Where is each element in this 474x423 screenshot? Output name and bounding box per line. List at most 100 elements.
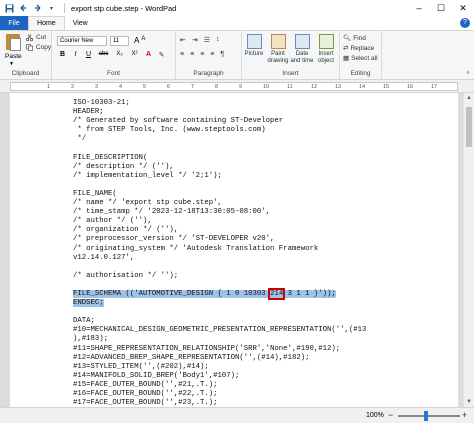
vertical-scrollbar[interactable]: ▲ ▼	[463, 93, 474, 407]
zoom-slider[interactable]	[398, 415, 460, 417]
font-size-select[interactable]: 11	[110, 36, 129, 46]
ruler-area: 1 2 3 4 5 6 7 8 9 10 11 12 13 14 15 16 17	[0, 80, 474, 93]
document-line: * from STEP Tools, Inc. (www.steptools.c…	[73, 126, 366, 135]
paint-drawing-button[interactable]: Paint drawing	[266, 34, 290, 65]
shrink-font-button[interactable]: A	[141, 36, 145, 45]
document-text[interactable]: ISO-10303-21; HEADER;/* Generated by soft…	[73, 99, 366, 407]
text-color-icon[interactable]: A	[144, 51, 153, 59]
selected-text: FILE_SCHEMA (('AUTOMOTIVE_DESIGN { 1 0 1…	[73, 289, 271, 298]
scroll-up-icon[interactable]: ▲	[464, 93, 474, 103]
paste-button[interactable]: Paste	[5, 53, 22, 60]
save-icon[interactable]	[4, 3, 15, 14]
cut-button[interactable]: Cut	[25, 34, 46, 42]
ruler-number: 2	[71, 84, 75, 90]
line-text: /* author */ (''),	[73, 217, 157, 226]
copy-button[interactable]: Copy	[26, 44, 51, 51]
paste-icon[interactable]	[6, 34, 21, 51]
line-text: /* preprocessor_version */ 'ST-DEVELOPER…	[73, 235, 275, 244]
insert-object-button[interactable]: Insert object	[314, 34, 338, 65]
find-button[interactable]: 🔍︎ Find	[343, 34, 366, 43]
increase-indent-icon[interactable]: ⇥	[192, 36, 198, 44]
help-icon[interactable]: ?	[460, 18, 470, 28]
tab-file[interactable]: File	[0, 16, 28, 30]
format-row: B I U abc X₂ X² A ✎	[58, 51, 166, 59]
underline-button[interactable]: U	[84, 51, 93, 59]
close-button[interactable]: ✕	[452, 0, 474, 16]
document-line: ISO-10303-21;	[73, 99, 366, 108]
justify-icon[interactable]: ≡	[210, 51, 214, 58]
superscript-button[interactable]: X²	[129, 51, 140, 59]
date-time-button[interactable]: Date and time	[290, 34, 314, 65]
document-line: FILE_SCHEMA (('AUTOMOTIVE_DESIGN { 1 0 1…	[73, 287, 366, 300]
document-line: #11=SHAPE_REPRESENTATION_RELATIONSHIP('S…	[73, 345, 366, 354]
minimize-button[interactable]: –	[408, 0, 430, 16]
line-text: /* Generated by software containing ST-D…	[73, 117, 284, 126]
document-area: ISO-10303-21; HEADER;/* Generated by soft…	[0, 93, 463, 407]
tab-view[interactable]: View	[65, 16, 96, 30]
highlight-icon[interactable]: ✎	[157, 51, 166, 59]
find-icon: 🔍︎	[343, 35, 352, 42]
strikethrough-button[interactable]: abc	[97, 51, 110, 59]
ruler-number: 6	[167, 84, 171, 90]
align-center-icon[interactable]: ≡	[190, 51, 194, 58]
picture-button[interactable]: Picture	[242, 34, 266, 58]
document-line: /* description */ (''),	[73, 163, 366, 172]
copy-icon	[26, 44, 33, 51]
object-icon	[318, 34, 334, 49]
grow-font-button[interactable]: A	[134, 36, 139, 45]
subscript-button[interactable]: X₂	[114, 51, 125, 59]
undo-icon[interactable]	[18, 3, 29, 14]
title-bar: ▾ export stp cube.step - WordPad – ☐ ✕	[0, 0, 474, 16]
align-left-icon[interactable]: ≡	[180, 51, 184, 58]
ruler-number: 12	[311, 84, 318, 90]
zoom-slider-thumb[interactable]	[423, 411, 428, 421]
document-page[interactable]: ISO-10303-21; HEADER;/* Generated by soft…	[10, 93, 458, 407]
paragraph-icon[interactable]: ¶	[220, 51, 224, 58]
redo-icon[interactable]	[32, 3, 43, 14]
line-text: #11=SHAPE_REPRESENTATION_RELATIONSHIP('S…	[73, 344, 341, 353]
zoom-in-button[interactable]: +	[462, 410, 467, 420]
document-line: #15=FACE_OUTER_BOUND('',#21,.T.);	[73, 381, 366, 390]
document-line: /* authorisation */ '');	[73, 272, 366, 281]
bullets-icon[interactable]: ☰	[204, 36, 210, 44]
line-spacing-icon[interactable]: ↕	[216, 36, 220, 44]
select-all-button[interactable]: ▦ Select all	[343, 54, 378, 63]
line-text: FILE_DESCRIPTION(	[73, 153, 148, 162]
line-text: #14=MANIFOLD_SOLID_BREP('Body1',#107);	[73, 371, 240, 380]
zoom-out-button[interactable]: −	[388, 410, 393, 420]
document-line: /* author */ (''),	[73, 217, 366, 226]
scroll-down-icon[interactable]: ▼	[464, 397, 474, 407]
picture-label: Picture	[244, 51, 264, 57]
line-text: ),#183);	[73, 335, 109, 344]
decrease-indent-icon[interactable]: ⇤	[180, 36, 186, 44]
font-family-select[interactable]: Courier New	[57, 36, 107, 46]
font-group-label: Font	[106, 70, 120, 77]
line-text: /* originating_system */ 'Autodesk Trans…	[73, 244, 319, 253]
ruler-number: 15	[383, 84, 390, 90]
scrollbar-thumb[interactable]	[466, 107, 472, 147]
line-text: /* name */ 'export stp cube.step',	[73, 199, 222, 208]
clipboard-group-label: Clipboard	[11, 70, 40, 77]
italic-button[interactable]: I	[71, 51, 80, 59]
ruler-number: 8	[215, 84, 219, 90]
selected-text: 3 1 1 }'));	[283, 289, 336, 298]
bold-button[interactable]: B	[58, 51, 67, 59]
align-right-icon[interactable]: ≡	[200, 51, 204, 58]
maximize-button[interactable]: ☐	[430, 0, 452, 16]
find-label: Find	[353, 34, 366, 42]
paste-dropdown-icon[interactable]: ▼	[9, 61, 14, 67]
document-line	[73, 181, 366, 190]
tab-home[interactable]: Home	[28, 16, 65, 30]
ruler[interactable]: 1 2 3 4 5 6 7 8 9 10 11 12 13 14 15 16 17	[10, 82, 458, 91]
replace-button[interactable]: ⇄ Replace	[343, 44, 374, 53]
copy-label: Copy	[36, 44, 52, 51]
select-all-label: Select all	[351, 54, 378, 62]
ruler-number: 10	[263, 84, 270, 90]
ruler-number: 16	[407, 84, 414, 90]
document-line: HEADER;	[73, 108, 366, 117]
zoom-level: 100%	[366, 412, 384, 419]
customize-quick-access-dropdown[interactable]: ▾	[46, 3, 57, 14]
collapse-ribbon-icon[interactable]: ˄	[466, 71, 470, 77]
paragraph-row-2: ≡ ≡ ≡ ≡ ¶	[180, 51, 224, 58]
document-line: /* organization */ (''),	[73, 226, 366, 235]
